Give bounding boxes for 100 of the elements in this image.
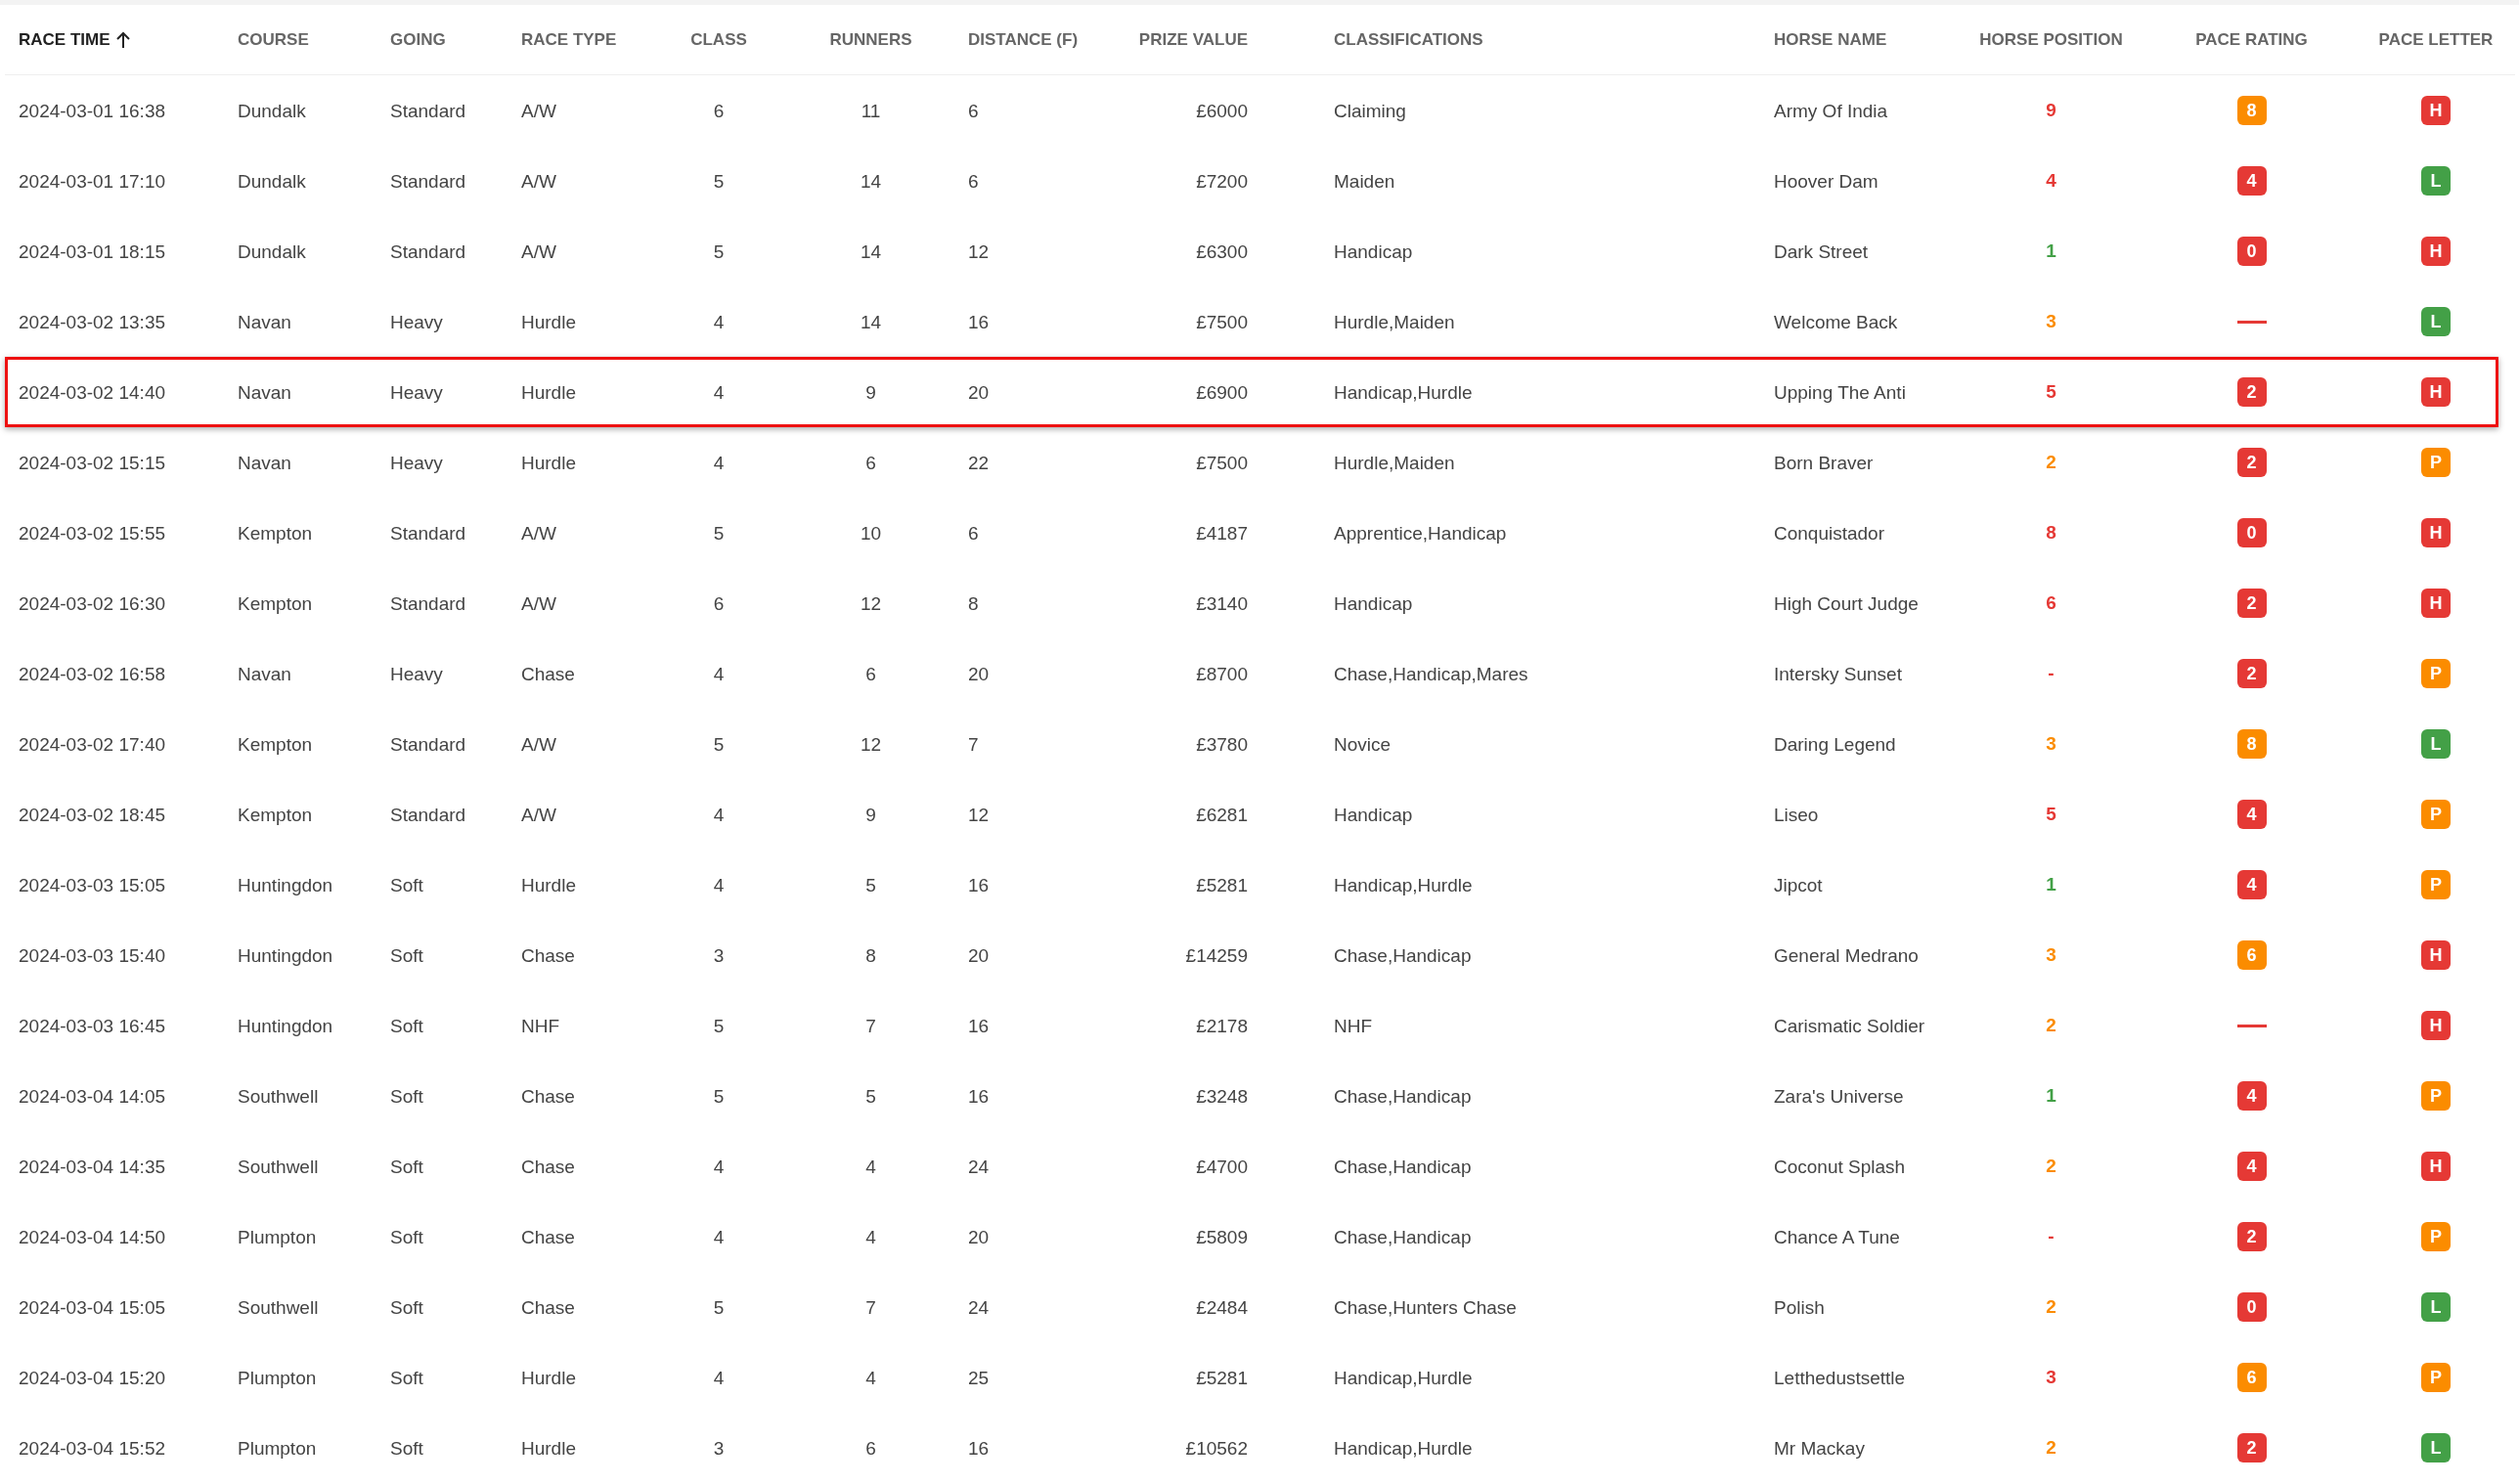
table-row[interactable]: 2024-03-04 14:50 Plumpton Soft Chase 4 4 20 £5809 Chase,Handicap Chance A Tune - 2 P — [5, 1201, 2498, 1272]
table-cell: Hoover Dam — [1774, 170, 1878, 192]
position-value: 3 — [2046, 310, 2056, 331]
table-cell: £7200 — [1196, 170, 1248, 192]
table-cell: Hurdle,Maiden — [1334, 311, 1455, 332]
column-header[interactable]: CLASSIFICATIONS — [1334, 26, 1483, 53]
table-cell: Heavy — [390, 452, 443, 473]
rating-badge: 4 — [2236, 800, 2267, 829]
table-row[interactable]: 2024-03-02 15:55 Kempton Standard A/W 5 10 6 £4187 Apprentice,Handicap Conquistador 8 0 H — [5, 498, 2498, 568]
table-cell: Hurdle — [521, 1367, 576, 1388]
letter-badge: P — [2421, 1222, 2451, 1251]
table-cell: Apprentice,Handicap — [1334, 522, 1507, 544]
position-value: 9 — [2046, 99, 2056, 120]
table-cell: 4 — [713, 1367, 725, 1388]
table-cell: £5809 — [1196, 1226, 1248, 1247]
letter-badge: P — [2421, 1363, 2451, 1392]
table-cell: Chase,Handicap,Mares — [1334, 663, 1528, 684]
table-cell: Chase,Handicap — [1334, 1156, 1472, 1177]
letter-badge: P — [2421, 448, 2451, 477]
table-row[interactable]: 2024-03-02 13:35 Navan Heavy Hurdle 4 14 16 £7500 Hurdle,Maiden Welcome Back 3 L — [5, 286, 2498, 357]
table-row[interactable]: 2024-03-04 15:05 Southwell Soft Chase 5 7 24 £2484 Chase,Hunters Chase Polish 2 0 L — [5, 1272, 2498, 1342]
table-cell: 16 — [968, 874, 990, 895]
table-cell: Maiden — [1334, 170, 1395, 192]
table-row[interactable]: 2024-03-02 17:40 Kempton Standard A/W 5 12 7 £3780 Novice Daring Legend 3 8 L — [5, 709, 2498, 779]
table-cell: £5281 — [1196, 1367, 1248, 1388]
table-cell: £6300 — [1196, 240, 1248, 262]
column-header[interactable]: PACE LETTER — [2378, 26, 2494, 53]
table-cell: A/W — [521, 592, 556, 614]
table-row[interactable]: 2024-03-03 15:40 Huntingdon Soft Chase 3 8 20 £14259 Chase,Handicap General Medrano 3 6 H — [5, 920, 2498, 990]
table-cell: Army Of India — [1774, 100, 1888, 121]
table-row[interactable]: 2024-03-03 15:05 Huntingdon Soft Hurdle 4 5 16 £5281 Handicap,Hurdle Jipcot 1 4 P — [5, 850, 2498, 920]
column-header[interactable]: HORSE POSITION — [1979, 26, 2123, 53]
table-cell: Chase — [521, 1156, 575, 1177]
table-cell: £5281 — [1196, 874, 1248, 895]
table-cell: Huntingdon — [238, 874, 333, 895]
arrow-up-icon[interactable] — [114, 30, 131, 49]
column-header[interactable]: RUNNERS — [829, 26, 912, 53]
table-cell: 2024-03-03 16:45 — [19, 1015, 165, 1036]
table-row[interactable]: 2024-03-03 16:45 Huntingdon Soft NHF 5 7 16 £2178 NHF Carismatic Soldier 2 H — [5, 990, 2498, 1061]
table-cell: Chase — [521, 1085, 575, 1107]
table-cell: Chance A Tune — [1774, 1226, 1900, 1247]
table-cell: Chase — [521, 663, 575, 684]
table-row[interactable]: 2024-03-02 18:45 Kempton Standard A/W 4 9 12 £6281 Handicap Liseo 5 4 P — [5, 779, 2498, 850]
table-row[interactable]: 2024-03-04 14:35 Southwell Soft Chase 4 4 24 £4700 Chase,Handicap Coconut Splash 2 4 H — [5, 1131, 2498, 1201]
table-cell: Huntingdon — [238, 1015, 333, 1036]
column-header[interactable]: RACE TYPE — [521, 26, 617, 53]
table-cell: Intersky Sunset — [1774, 663, 1902, 684]
table-row[interactable]: 2024-03-04 14:05 Southwell Soft Chase 5 5 16 £3248 Chase,Handicap Zara's Universe 1 4 P — [5, 1061, 2498, 1131]
table-cell: 3 — [713, 1437, 725, 1459]
rating-badge: 2 — [2236, 1433, 2267, 1462]
table-cell: Jipcot — [1774, 874, 1823, 895]
table-cell: 6 — [865, 663, 876, 684]
table-cell: Handicap,Hurdle — [1334, 1367, 1473, 1388]
table-cell: Kempton — [238, 522, 313, 544]
table-cell: 8 — [865, 944, 876, 966]
table-cell: Soft — [390, 944, 423, 966]
table-cell: £6281 — [1196, 804, 1248, 825]
letter-badge: L — [2421, 1292, 2451, 1322]
table-row[interactable]: 2024-03-01 17:10 Dundalk Standard A/W 5 14 6 £7200 Maiden Hoover Dam 4 4 L — [5, 146, 2498, 216]
table-cell: 8 — [968, 592, 979, 614]
table-cell: Navan — [238, 452, 291, 473]
table-cell: 2024-03-04 14:05 — [19, 1085, 165, 1107]
table-cell: 4 — [713, 452, 725, 473]
table-row[interactable]: 2024-03-02 16:58 Navan Heavy Chase 4 6 20 £8700 Chase,Handicap,Mares Intersky Sunset - 2 P — [5, 638, 2498, 709]
rating-badge: 4 — [2236, 166, 2267, 196]
column-header[interactable]: CLASS — [690, 26, 747, 53]
table-cell: £7500 — [1196, 452, 1248, 473]
table-cell: £4700 — [1196, 1156, 1248, 1177]
table-cell: A/W — [521, 170, 556, 192]
table-cell: 24 — [968, 1296, 990, 1318]
table-row[interactable]: 2024-03-02 14:40 Navan Heavy Hurdle 4 9 20 £6900 Handicap,Hurdle Upping The Anti 5 2 H — [5, 357, 2498, 427]
column-header[interactable]: RACE TIME — [19, 26, 110, 53]
table-cell: 7 — [968, 733, 979, 755]
table-cell: 4 — [713, 804, 725, 825]
table-cell: Southwell — [238, 1156, 319, 1177]
table-row[interactable]: 2024-03-02 15:15 Navan Heavy Hurdle 4 6 22 £7500 Hurdle,Maiden Born Braver 2 2 P — [5, 427, 2498, 498]
table-cell: £4187 — [1196, 522, 1248, 544]
column-header[interactable]: GOING — [390, 26, 446, 53]
table-row[interactable]: 2024-03-04 15:52 Plumpton Soft Hurdle 3 6 16 £10562 Handicap,Hurdle Mr Mackay 2 2 L — [5, 1413, 2498, 1483]
table-row[interactable]: 2024-03-04 15:20 Plumpton Soft Hurdle 4 4 25 £5281 Handicap,Hurdle Letthedustsettle 3 6 P — [5, 1342, 2498, 1413]
table-cell: 6 — [713, 592, 725, 614]
column-header[interactable]: PACE RATING — [2195, 26, 2308, 53]
column-header[interactable]: DISTANCE (F) — [968, 26, 1079, 53]
table-row[interactable]: 2024-03-01 18:15 Dundalk Standard A/W 5 14 12 £6300 Handicap Dark Street 1 0 H — [5, 216, 2498, 286]
table-cell: Handicap — [1334, 592, 1413, 614]
table-cell: Soft — [390, 1226, 423, 1247]
column-header[interactable]: COURSE — [238, 26, 309, 53]
table-cell: 2024-03-01 18:15 — [19, 240, 165, 262]
position-value: 3 — [2046, 732, 2056, 754]
table-row[interactable]: 2024-03-01 16:38 Dundalk Standard A/W 6 11 6 £6000 Claiming Army Of India 9 8 H — [5, 75, 2498, 146]
letter-badge: H — [2421, 1152, 2451, 1181]
position-value: 3 — [2046, 943, 2056, 965]
column-header[interactable]: PRIZE VALUE — [1138, 26, 1248, 53]
letter-badge: H — [2421, 940, 2451, 970]
table-cell: Standard — [390, 592, 466, 614]
table-row[interactable]: 2024-03-02 16:30 Kempton Standard A/W 6 12 8 £3140 Handicap High Court Judge 6 2 H — [5, 568, 2498, 638]
table-cell: 10 — [860, 522, 882, 544]
column-header[interactable]: HORSE NAME — [1774, 26, 1887, 53]
rating-badge: 2 — [2236, 589, 2267, 618]
table-cell: 4 — [713, 381, 725, 403]
